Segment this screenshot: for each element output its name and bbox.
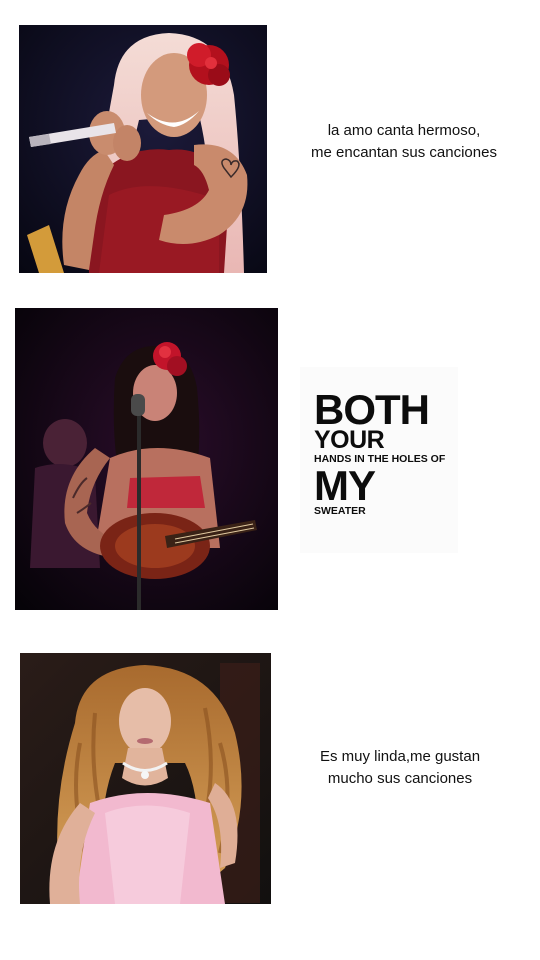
lyric-line-sweater: SWEATER <box>314 505 366 517</box>
lyric-line-your: YOUR <box>314 426 385 454</box>
singer-photo-2-image <box>15 308 278 610</box>
caption-first-line2: me encantan sus canciones <box>311 144 497 161</box>
caption-third-line2: mucho sus canciones <box>327 770 473 787</box>
caption-first: la amo canta hermoso, me encantan sus ca… <box>290 120 518 164</box>
singer-photo-1 <box>19 25 267 273</box>
lyric-line-my: MY <box>314 462 376 509</box>
singer-photo-2 <box>15 308 278 610</box>
caption-third-line1: Es muy linda,me gustan <box>319 748 481 765</box>
lyric-card: BOTH YOUR HANDS IN THE HOLES OF MY SWEAT… <box>300 367 458 553</box>
caption-first-line1: la amo canta hermoso, <box>327 122 481 139</box>
singer-photo-3 <box>20 653 271 904</box>
caption-third: Es muy linda,me gustan mucho sus cancion… <box>290 746 510 790</box>
lyric-line-both: BOTH <box>314 386 430 433</box>
singer-photo-3-image <box>20 653 271 904</box>
singer-photo-1-image <box>19 25 267 273</box>
